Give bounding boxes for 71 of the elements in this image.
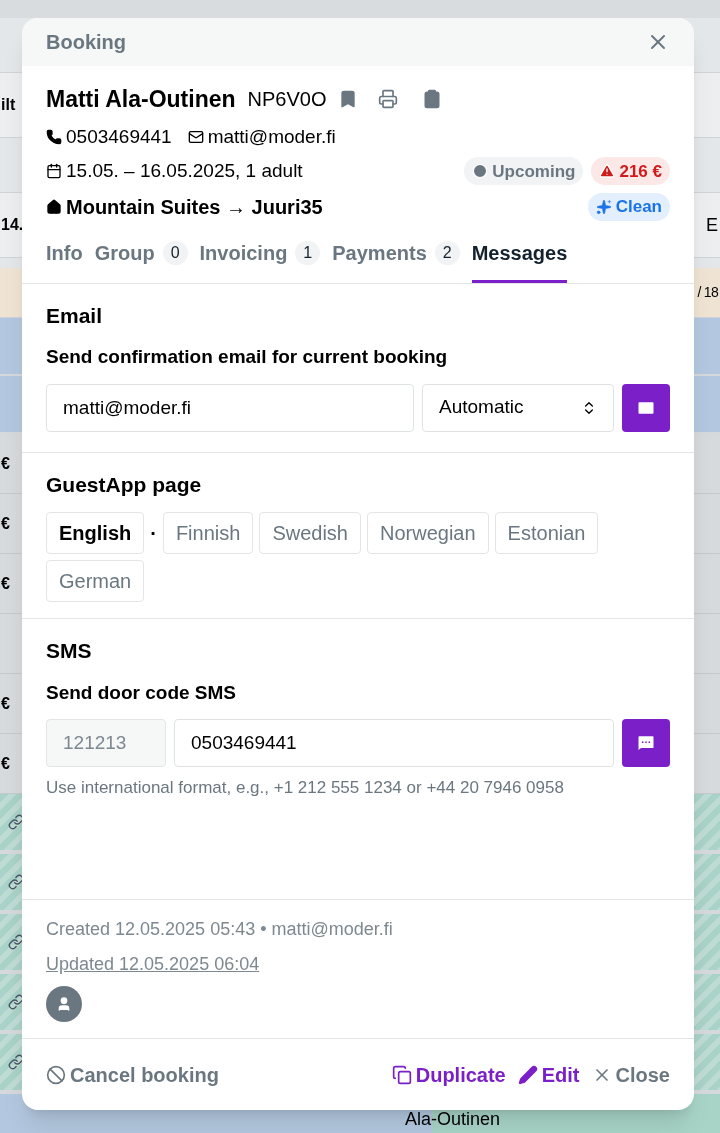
field-label: Send door code SMS <box>46 680 238 705</box>
cell-text: 14. <box>1 215 24 235</box>
avatar-icon <box>46 986 82 1022</box>
close-dialog-button[interactable]: Close <box>591 1059 670 1090</box>
phone-icon <box>46 128 62 145</box>
clipboard-button[interactable] <box>422 89 443 110</box>
mode-select[interactable]: Automatic <box>422 383 614 432</box>
edit-button[interactable]: Edit <box>517 1059 580 1090</box>
cell-text: € <box>1 513 10 534</box>
hint-text: Use international format, e.g., +1 212 555 1234 or +44 20 7946 0958 <box>46 777 565 799</box>
stay-dates: 15.05. – 16.05.2025, 1 adult <box>66 159 303 183</box>
link-icon <box>8 814 24 830</box>
language-button[interactable]: Norwegian <box>367 512 489 554</box>
tab[interactable]: Payments 2 <box>332 237 460 283</box>
count-badge: 2 <box>434 240 460 265</box>
send-email-button[interactable] <box>622 383 670 432</box>
cell-text: / 18 <box>697 283 718 302</box>
language-button[interactable]: Estonian <box>494 512 599 554</box>
home-icon <box>46 198 62 215</box>
pencil-icon <box>517 1064 538 1085</box>
tab[interactable]: Messages <box>471 237 568 283</box>
link-icon <box>8 934 24 950</box>
cell-text: € <box>1 753 10 774</box>
section-title: Email <box>46 302 104 329</box>
link-icon <box>8 1054 24 1070</box>
count-badge: 1 <box>295 240 321 265</box>
email-field[interactable]: matti@moder.fi <box>46 383 414 432</box>
room-name: Mountain Suites → Juuri35 <box>66 194 323 220</box>
tab[interactable]: Invoicing 1 <box>199 237 321 283</box>
language-button[interactable]: Finnish <box>162 512 254 554</box>
guest-phone: 0503469441 <box>66 124 172 149</box>
send-sms-button[interactable] <box>622 719 670 767</box>
status-badge: Upcoming <box>464 157 584 186</box>
separator-dot: · <box>150 521 157 546</box>
guest-email: matti@moder.fi <box>207 124 336 149</box>
ban-icon <box>46 1064 66 1085</box>
clipboard-icon <box>422 89 443 110</box>
cell-text: € <box>1 693 10 714</box>
count-badge: 0 <box>162 240 188 265</box>
section-title: GuestApp page <box>46 471 203 498</box>
dialog-title: Booking <box>46 30 126 55</box>
booking-code: NP6V0O <box>247 87 327 113</box>
print-button[interactable] <box>378 89 399 110</box>
sparkles-icon <box>595 198 612 215</box>
created-text: Created 12.05.2025 05:43 • matti@moder.fi <box>46 918 394 941</box>
cell-text: € <box>1 573 10 594</box>
duplicate-button[interactable]: Duplicate <box>391 1059 506 1090</box>
tab[interactable]: Info <box>46 237 83 283</box>
cell-text: E <box>706 213 718 237</box>
status-badge: 216 € <box>591 157 670 186</box>
calendar-icon <box>46 163 62 180</box>
updated-link[interactable]: Updated 12.05.2025 06:04 <box>46 951 260 978</box>
copy-icon <box>391 1064 412 1085</box>
cell-text: ilt <box>1 95 16 115</box>
section-title: SMS <box>46 638 93 664</box>
tab[interactable]: Group 0 <box>94 237 188 283</box>
cancel-booking-button[interactable]: Cancel booking <box>46 1059 219 1090</box>
guest-name: Matti Ala-Outinen <box>46 85 236 114</box>
print-icon <box>378 89 399 110</box>
cell-text: Ala-Outinen <box>404 1108 500 1131</box>
warning-icon <box>599 163 616 180</box>
language-button[interactable]: German <box>46 560 145 602</box>
link-icon <box>8 994 24 1010</box>
status-badge: Clean <box>587 192 670 221</box>
phone-field[interactable]: 0503469441 <box>174 719 614 767</box>
field-label: Send confirmation email for current booking <box>46 345 449 369</box>
message-icon <box>636 733 656 753</box>
link-icon <box>8 874 24 890</box>
language-button[interactable]: English <box>46 512 145 554</box>
cell-text: € <box>1 453 10 474</box>
language-button[interactable]: Swedish <box>259 512 361 554</box>
